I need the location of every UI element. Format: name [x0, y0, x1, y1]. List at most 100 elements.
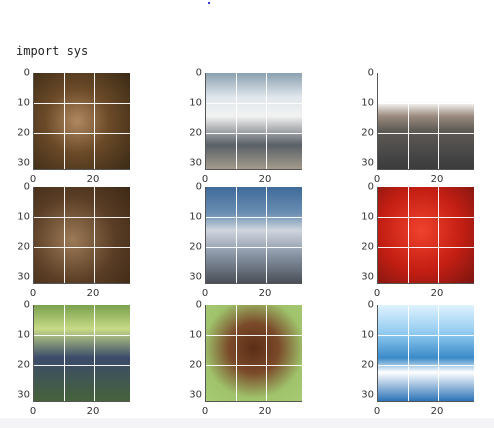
grid-line-horizontal [378, 103, 474, 104]
grid-line-horizontal [206, 365, 302, 366]
subplot-axes [205, 305, 302, 402]
y-tick-label: 0 [195, 299, 202, 311]
sample-image [34, 73, 130, 169]
y-tick-label: 30 [17, 389, 30, 401]
grid-line-horizontal [34, 133, 130, 134]
x-tick-label: 20 [86, 288, 100, 299]
grid-line-horizontal [206, 133, 302, 134]
y-tick-label: 0 [23, 67, 30, 79]
image-subplot: 0 10 20 30 0 20 [17, 181, 132, 299]
sample-image [34, 187, 130, 283]
y-tick-label: 10 [361, 211, 374, 223]
grid-line-vertical [94, 73, 95, 169]
grid-line-vertical [64, 305, 65, 401]
grid-line-vertical [236, 187, 237, 283]
x-tick-label: 0 [201, 288, 209, 299]
y-tick-label: 10 [189, 211, 202, 223]
x-tick-label: 20 [430, 406, 444, 417]
image-subplot: 0 10 20 30 0 20 [361, 181, 476, 299]
y-tick-label: 0 [23, 299, 30, 311]
x-tick-label: 20 [430, 288, 444, 299]
y-tick-label: 20 [361, 359, 374, 371]
image-subplot: 0 10 20 30 0 20 [189, 181, 304, 299]
grid-line-vertical [438, 187, 439, 283]
sample-image [378, 187, 474, 283]
y-tick-label: 0 [23, 181, 30, 193]
grid-line-vertical [236, 305, 237, 401]
sample-image [206, 187, 302, 283]
x-tick-label: 20 [258, 406, 272, 417]
y-tick-label: 30 [17, 271, 30, 283]
y-tick-label: 0 [367, 299, 374, 311]
grid-line-horizontal [206, 103, 302, 104]
cursor-dot [208, 2, 210, 4]
subplot-axes [377, 305, 474, 402]
grid-line-horizontal [34, 365, 130, 366]
code-cell-line[interactable]: import sys [16, 44, 88, 58]
grid-line-vertical [94, 187, 95, 283]
sample-image [378, 73, 474, 169]
grid-line-vertical [266, 305, 267, 401]
image-subplot: 0 10 20 30 0 20 [17, 67, 132, 185]
grid-line-vertical [408, 305, 409, 401]
subplot-axes [205, 73, 302, 170]
y-tick-label: 10 [189, 329, 202, 341]
y-tick-label: 10 [361, 329, 374, 341]
image-subplot: 0 10 20 30 0 20 [189, 67, 304, 185]
grid-line-horizontal [378, 365, 474, 366]
grid-line-vertical [266, 73, 267, 169]
x-tick-label: 20 [86, 406, 100, 417]
y-tick-label: 20 [189, 359, 202, 371]
y-tick-label: 30 [17, 157, 30, 169]
grid-line-horizontal [378, 335, 474, 336]
grid-line-horizontal [206, 217, 302, 218]
subplot-axes [377, 187, 474, 284]
y-tick-label: 0 [195, 181, 202, 193]
grid-line-vertical [408, 73, 409, 169]
sample-image [378, 305, 474, 401]
y-tick-label: 30 [361, 389, 374, 401]
y-tick-label: 10 [189, 97, 202, 109]
y-tick-label: 0 [367, 67, 374, 79]
subplot-axes [33, 187, 130, 284]
image-subplot: 0 10 20 30 0 20 [189, 299, 304, 417]
y-tick-label: 30 [189, 271, 202, 283]
grid-line-vertical [64, 187, 65, 283]
y-tick-label: 0 [367, 181, 374, 193]
sample-image [206, 73, 302, 169]
y-tick-label: 10 [17, 211, 30, 223]
sample-image [206, 305, 302, 401]
grid-line-horizontal [378, 247, 474, 248]
x-tick-label: 0 [373, 288, 381, 299]
grid-line-vertical [408, 187, 409, 283]
subplot-axes [377, 73, 474, 170]
x-tick-label: 20 [258, 288, 272, 299]
grid-line-horizontal [34, 217, 130, 218]
y-tick-label: 20 [17, 241, 30, 253]
output-bottom-strip [0, 418, 494, 428]
x-tick-label: 0 [201, 406, 209, 417]
subplot-axes [205, 187, 302, 284]
subplot-axes [33, 305, 130, 402]
y-tick-label: 20 [189, 241, 202, 253]
y-tick-label: 30 [361, 271, 374, 283]
image-subplot: 0 10 20 30 0 20 [361, 299, 476, 417]
grid-line-vertical [266, 187, 267, 283]
subplot-axes [33, 73, 130, 170]
grid-line-vertical [94, 305, 95, 401]
grid-line-horizontal [206, 247, 302, 248]
grid-line-horizontal [206, 335, 302, 336]
image-subplot: 0 10 20 30 0 20 [17, 299, 132, 417]
grid-line-horizontal [378, 133, 474, 134]
grid-line-vertical [438, 305, 439, 401]
sample-image [34, 305, 130, 401]
x-tick-label: 0 [29, 406, 37, 417]
y-tick-label: 20 [17, 127, 30, 139]
y-tick-label: 20 [189, 127, 202, 139]
grid-line-horizontal [34, 103, 130, 104]
y-tick-label: 0 [195, 67, 202, 79]
x-tick-label: 0 [373, 406, 381, 417]
y-tick-label: 30 [189, 389, 202, 401]
y-tick-label: 20 [361, 241, 374, 253]
grid-line-vertical [438, 73, 439, 169]
